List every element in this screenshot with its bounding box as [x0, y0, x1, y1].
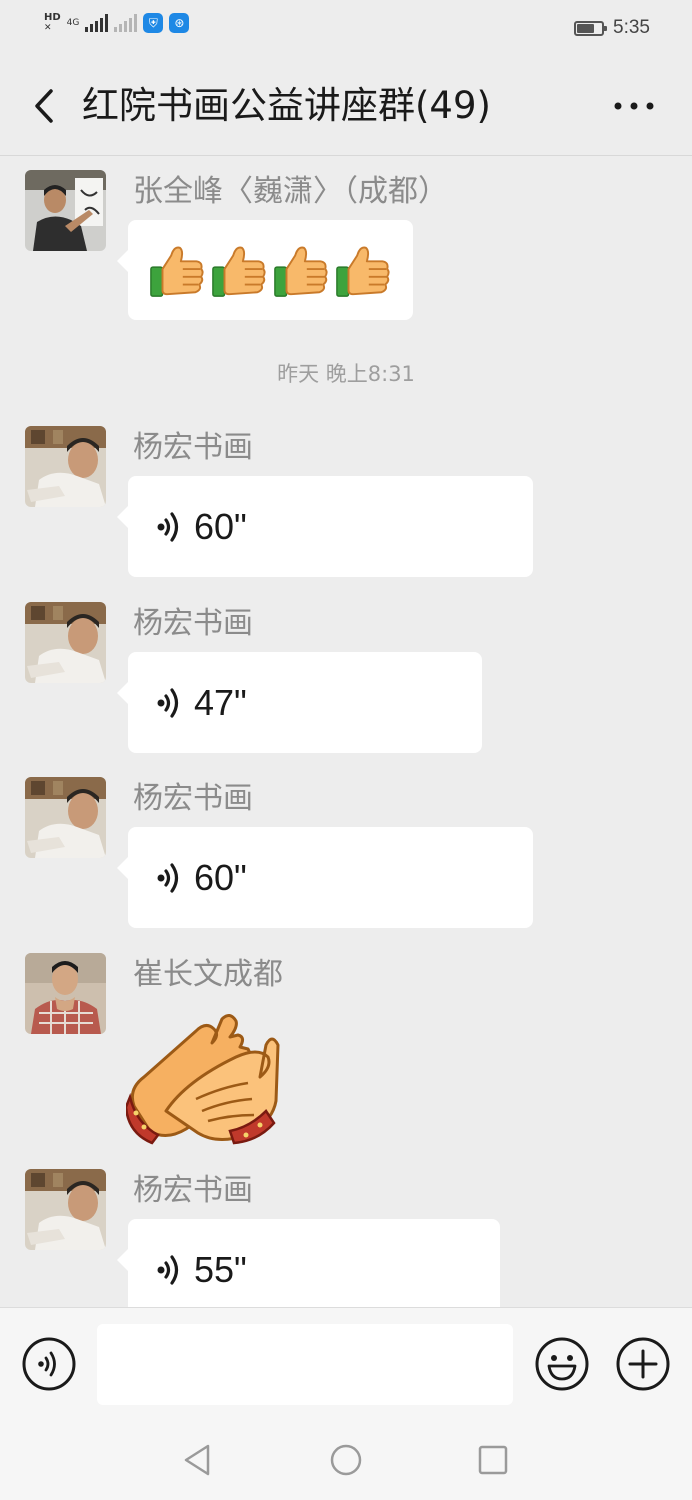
voice-input-icon[interactable]: [22, 1337, 76, 1391]
avatar[interactable]: [25, 953, 106, 1034]
voice-duration: 55": [194, 1249, 247, 1290]
no-signal-icon: ✕: [44, 23, 52, 33]
chat-title: 红院书画公益讲座群(49): [82, 84, 491, 127]
signal-strength-icon: [85, 13, 109, 32]
voice-wave-icon: [156, 1253, 184, 1287]
network-type: 4G: [67, 18, 80, 28]
avatar[interactable]: [25, 777, 106, 858]
sender-name: 杨宏书画: [133, 781, 253, 816]
signal-strength-secondary-icon: [114, 13, 138, 32]
voice-wave-icon: [156, 510, 184, 544]
emoji-icon[interactable]: [535, 1337, 589, 1391]
message-item: 杨宏书画 55": [0, 1169, 692, 1307]
avatar[interactable]: [25, 170, 106, 251]
clapping-hands-sticker[interactable]: [126, 1011, 281, 1146]
thumbs-up-icon: [334, 242, 392, 300]
message-item: 张全峰〈巍潇〉（成都）: [0, 170, 692, 330]
voice-wave-icon: [156, 686, 184, 720]
avatar[interactable]: [25, 426, 106, 507]
shield-app-icon: ⛨: [143, 12, 164, 33]
voice-duration: 60": [194, 857, 247, 898]
sender-name: 杨宏书画: [133, 606, 253, 641]
time-divider: 昨天 晚上8:31: [277, 362, 415, 386]
message-item: 杨宏书画 47": [0, 602, 692, 754]
voice-duration: 60": [194, 506, 247, 547]
chevron-left-icon[interactable]: [26, 86, 66, 126]
network-label: 4G: [66, 17, 80, 28]
thumbs-up-icon: [210, 242, 268, 300]
emoji-message-bubble[interactable]: [117, 220, 413, 320]
sender-name: 杨宏书画: [133, 430, 253, 465]
voice-message-bubble[interactable]: 55": [117, 1219, 500, 1307]
message-item: 杨宏书画 60": [0, 426, 692, 578]
voice-message-bubble[interactable]: 47": [117, 652, 482, 753]
battery-level: [577, 23, 595, 33]
status-icons-left: HD ✕ 4G ⛨ ⊛: [44, 12, 190, 33]
chat-header: 红院书画公益讲座群(49): [0, 58, 692, 156]
more-dots-icon[interactable]: [610, 86, 658, 126]
voice-message-bubble[interactable]: 60": [117, 827, 533, 928]
status-icons-right: 5:35: [574, 17, 650, 39]
battery-icon: [574, 20, 608, 36]
cloud-app-icon: ⊛: [169, 12, 190, 33]
system-nav-bar: [0, 1420, 692, 1500]
nav-back-icon[interactable]: [180, 1442, 216, 1478]
voice-wave-icon: [156, 861, 184, 895]
status-bar: HD ✕ 4G ⛨ ⊛ 5:35: [0, 0, 692, 58]
input-bar: [0, 1307, 692, 1421]
thumbs-up-icon: [272, 242, 330, 300]
hd-indicator: HD ✕: [44, 12, 61, 33]
sender-name: 杨宏书画: [133, 1173, 253, 1208]
hd-label: HD: [44, 12, 61, 23]
avatar[interactable]: [25, 1169, 106, 1250]
sender-name: 崔长文成都: [133, 957, 283, 992]
thumbs-up-icon: [148, 242, 206, 300]
message-item: 杨宏书画 60": [0, 777, 692, 929]
voice-message-bubble[interactable]: 60": [117, 476, 533, 577]
avatar[interactable]: [25, 602, 106, 683]
voice-duration: 47": [194, 682, 247, 723]
nav-home-icon[interactable]: [328, 1442, 364, 1478]
message-input[interactable]: [97, 1324, 513, 1405]
message-item: 崔长文成都: [0, 953, 692, 1153]
clock: 5:35: [613, 17, 650, 38]
plus-icon[interactable]: [616, 1337, 670, 1391]
sender-name: 张全峰〈巍潇〉（成都）: [133, 174, 448, 209]
nav-recents-icon[interactable]: [475, 1442, 511, 1478]
